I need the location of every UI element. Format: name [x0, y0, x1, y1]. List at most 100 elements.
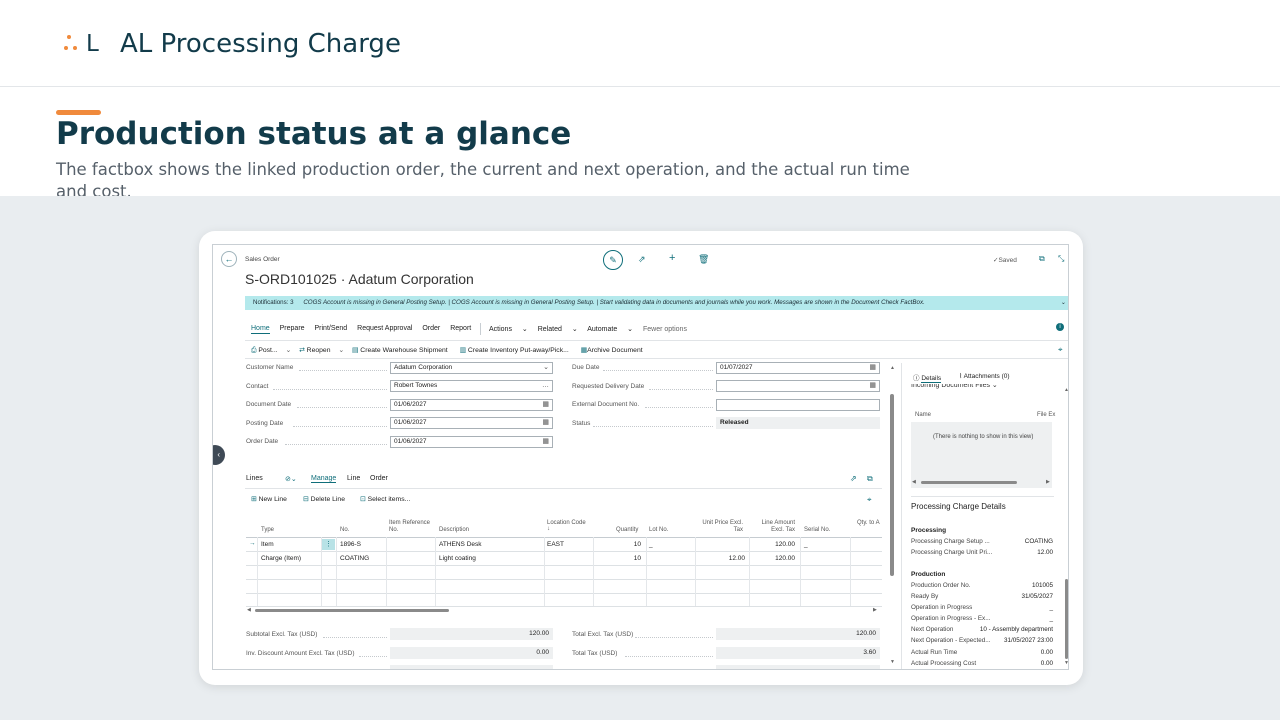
scroll-right-icon[interactable]: ▶ [873, 607, 877, 613]
factbox-scrollbar[interactable] [1065, 579, 1068, 659]
status-label: Status [572, 420, 591, 427]
info-icon[interactable]: i [1056, 323, 1064, 331]
back-button[interactable]: ← [221, 251, 237, 267]
incoming-horizontal-scrollbar[interactable] [921, 481, 1017, 484]
row-1-location[interactable]: EAST [547, 541, 564, 548]
row-2-no[interactable]: COATING [340, 555, 369, 562]
reopen-dropdown-icon[interactable]: ⌄ [338, 347, 344, 354]
lines-options-icon[interactable]: ⊘⌄ [285, 475, 297, 483]
col-type[interactable]: Type [261, 527, 274, 533]
delete-line-button[interactable]: ⊟ Delete Line [303, 495, 345, 503]
main-scrollbar[interactable] [890, 394, 894, 576]
prod-order-link[interactable]: 101005 [993, 582, 1053, 589]
lines-order-tab[interactable]: Order [370, 475, 388, 482]
setup-label: Processing Charge Setup ... [911, 538, 990, 545]
share-icon[interactable]: ⇗ [638, 254, 646, 265]
due-date-field[interactable]: 01/07/2027 ▦ [716, 362, 880, 374]
chevron-down-icon[interactable]: ⌄ [1061, 296, 1066, 310]
col-qty-to[interactable]: Qty. to A [857, 520, 880, 526]
processing-section-title: Processing [911, 527, 947, 534]
op-progress-ex-value[interactable]: _ [993, 615, 1053, 622]
action-report[interactable]: Report [450, 325, 471, 332]
row-1-serial[interactable]: _ [804, 541, 808, 548]
create-putaway-button[interactable]: ▥ Create Inventory Put-away/Pick... [460, 347, 569, 354]
action-related[interactable]: Related ⌄ [538, 326, 578, 333]
collapse-icon[interactable]: ⤡ [1058, 254, 1064, 264]
row-1-description[interactable]: ATHENS Desk [439, 541, 482, 548]
row-1-type[interactable]: Item [261, 541, 274, 548]
action-automate[interactable]: Automate ⌄ [587, 326, 633, 333]
col-quantity[interactable]: Quantity [616, 527, 638, 533]
col-no[interactable]: No. [340, 527, 349, 533]
share-lines-icon[interactable]: ⇗ [850, 474, 857, 483]
col-item-reference[interactable]: Item Reference No. [389, 520, 433, 534]
col-line-amount[interactable]: Line Amount Excl. Tax [753, 520, 795, 534]
row-2-line-amount[interactable]: 120.00 [749, 555, 795, 562]
create-shipment-button[interactable]: ▤ Create Warehouse Shipment [352, 347, 448, 354]
action-menus: Actions ⌄ Related ⌄ Automate ⌄ Fewer opt… [489, 325, 695, 333]
open-new-window-icon[interactable]: ⧉ [1039, 254, 1045, 264]
reopen-button[interactable]: ⇄ Reopen [299, 347, 330, 354]
action-fewer-options[interactable]: Fewer options [643, 326, 687, 333]
row-1-lot[interactable]: _ [649, 541, 653, 548]
scroll-down-icon[interactable]: ▼ [890, 659, 895, 665]
lines-manage-tab[interactable]: Manage [311, 475, 337, 483]
contact-field[interactable]: Robert Townes… [390, 380, 553, 392]
edit-pencil-icon[interactable]: ✎ [603, 250, 623, 270]
row-menu-icon[interactable]: ⋮ [322, 539, 335, 550]
col-description[interactable]: Description [439, 527, 469, 533]
new-icon[interactable]: + [669, 252, 675, 264]
action-order[interactable]: Order [422, 325, 440, 332]
row-2-unit-price[interactable]: 12.00 [695, 555, 745, 562]
lines-line-tab[interactable]: Line [347, 475, 360, 482]
factbox-scroll-right-icon[interactable]: ▶ [1046, 479, 1050, 485]
customer-name-field[interactable]: Adatum Corporation ⌄ [390, 362, 553, 374]
expand-lines-icon[interactable]: ⧉ [867, 474, 873, 484]
scroll-left-icon[interactable]: ◀ [247, 607, 251, 613]
factbox-attachments-tab[interactable]: ⌇ Attachments (0) [959, 372, 1010, 380]
pin-icon[interactable]: ⌖ [1058, 345, 1063, 355]
promoted-actions: ⎙ Post... ⌄ ⇄ Reopen ⌄ ▤ Create Warehous… [251, 346, 643, 355]
notification-bar[interactable]: Notifications: 3 COGS Account is missing… [245, 296, 1068, 310]
col-lot[interactable]: Lot No. [649, 527, 668, 533]
row-2-quantity[interactable]: 10 [593, 555, 641, 562]
factbox-scroll-up-icon[interactable]: ▲ [1064, 387, 1068, 393]
factbox-scroll-left-icon[interactable]: ◀ [912, 479, 916, 485]
inv-discount-value[interactable]: 0.00 [390, 647, 553, 659]
factbox-scroll-down-icon[interactable]: ▼ [1064, 660, 1068, 666]
factbox-details-tab[interactable]: ⓘ Details [913, 372, 942, 383]
document-date-field[interactable]: 01/06/2027 ▦ [390, 399, 553, 411]
post-button[interactable]: ⎙ Post... [251, 347, 278, 354]
current-row-arrow-icon: → [249, 540, 256, 547]
lines-horizontal-scrollbar[interactable] [255, 609, 449, 612]
row-1-line-amount[interactable]: 120.00 [749, 541, 795, 548]
row-1-no[interactable]: 1896-S [340, 541, 361, 548]
collapse-pane-icon[interactable]: ‹ [213, 445, 225, 465]
action-prepare[interactable]: Prepare [280, 325, 305, 332]
col-location[interactable]: Location Code ↓ [547, 520, 586, 532]
row-2-description[interactable]: Light coating [439, 555, 476, 562]
next-op-value[interactable]: 10 - Assembly department [968, 626, 1053, 633]
post-dropdown-icon[interactable]: ⌄ [285, 347, 291, 354]
order-date-field[interactable]: 01/06/2027 ▦ [390, 436, 553, 448]
col-serial[interactable]: Serial No. [804, 527, 830, 533]
calendar-icon: ▦ [869, 382, 876, 389]
new-line-button[interactable]: ⊞ New Line [251, 495, 287, 503]
action-print-send[interactable]: Print/Send [315, 325, 348, 332]
lines-pin-icon[interactable]: ⌖ [867, 495, 872, 505]
row-1-quantity[interactable]: 10 [593, 541, 641, 548]
action-home[interactable]: Home [251, 325, 270, 334]
requested-delivery-field[interactable]: ▦ [716, 380, 880, 392]
scroll-up-icon[interactable]: ▲ [890, 365, 895, 371]
op-progress-value[interactable]: _ [993, 604, 1053, 611]
archive-button[interactable]: ▦Archive Document [581, 347, 643, 354]
next-op-expected-value[interactable]: 31/05/2027 23:00 [988, 637, 1053, 644]
row-2-type[interactable]: Charge (Item) [261, 555, 301, 562]
external-doc-field[interactable] [716, 399, 880, 411]
action-request-approval[interactable]: Request Approval [357, 325, 412, 332]
select-items-button[interactable]: ⊡ Select items... [360, 495, 410, 503]
action-actions[interactable]: Actions ⌄ [489, 326, 528, 333]
delete-icon[interactable]: 🗑 [698, 254, 709, 265]
col-unit-price[interactable]: Unit Price Excl. Tax [697, 520, 743, 534]
posting-date-field[interactable]: 01/06/2027 ▦ [390, 417, 553, 429]
